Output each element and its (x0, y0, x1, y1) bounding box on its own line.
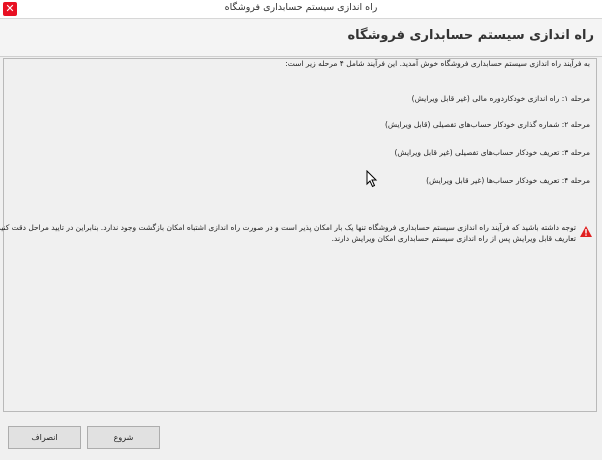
content-panel: به فرآیند راه اندازی سیستم حسابداری فروش… (0, 58, 597, 412)
step-3: مرحله ۳: تعریف خودکار حساب‌های تفصیلی (غ… (394, 148, 590, 157)
intro-text: به فرآیند راه اندازی سیستم حسابداری فروش… (285, 59, 590, 68)
window-titlebar: ✕ راه اندازی سیستم حسابداری فروشگاه (0, 0, 602, 19)
step-4: مرحله ۴: تعریف خودکار حساب‌ها (غیر قابل … (426, 176, 590, 185)
page-header: راه اندازی سیستم حسابداری فروشگاه (0, 19, 602, 57)
start-button[interactable]: شروع (87, 426, 160, 449)
warning-line-1: توجه داشته باشید که فرآیند راه اندازی سی… (0, 223, 576, 232)
window-title: راه اندازی سیستم حسابداری فروشگاه (224, 2, 378, 13)
warning-line-2: تعاریف قابل ویرایش پس از راه اندازی سیست… (331, 234, 576, 243)
footer-bar: شروع انصراف (0, 414, 602, 460)
step-1: مرحله ۱: راه اندازی خودکاردوره مالی (غیر… (411, 94, 590, 103)
step-2: مرحله ۲: شماره گذاری خودکار حساب‌های تفص… (384, 120, 590, 129)
warning-icon (580, 226, 592, 237)
cancel-button[interactable]: انصراف (8, 426, 81, 449)
mouse-cursor-icon (366, 170, 378, 188)
page-title: راه اندازی سیستم حسابداری فروشگاه (347, 28, 594, 43)
